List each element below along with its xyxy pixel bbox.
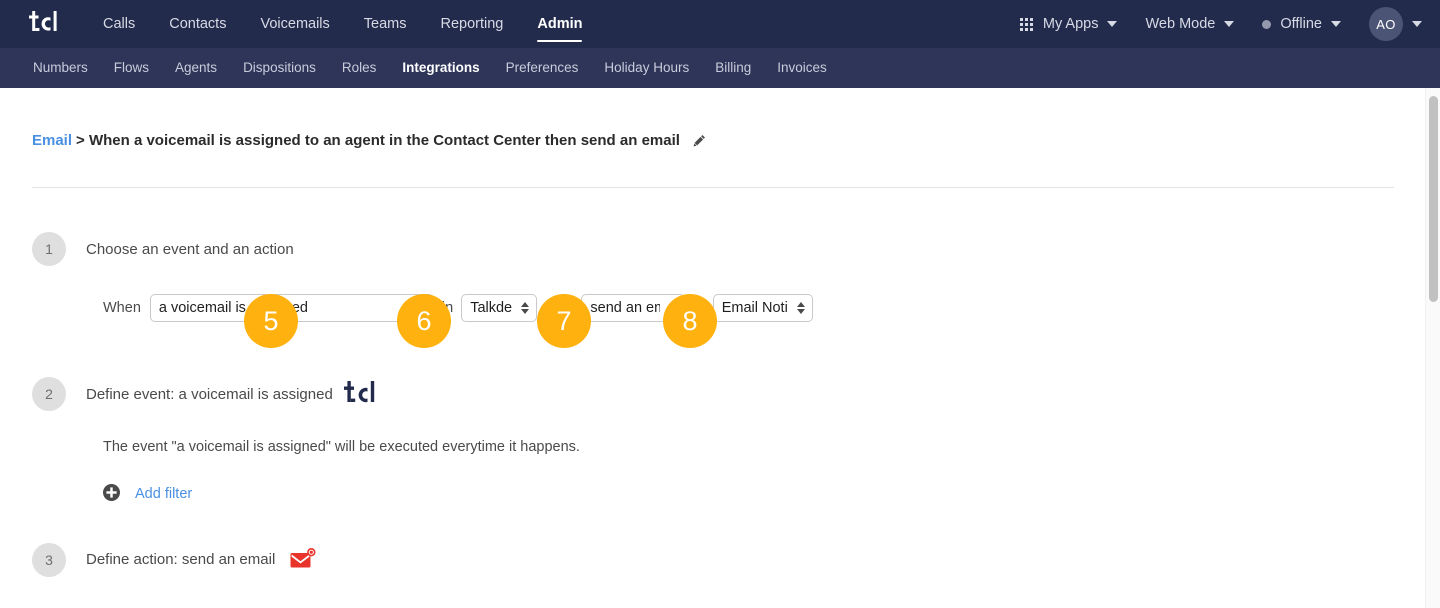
breadcrumb-current-title: > When a voicemail is assigned to an age… [76,132,680,149]
subnav-item-agents[interactable]: Agents [162,61,230,75]
grid-apps-icon [1019,17,1033,31]
step-1-header: 1 Choose an event and an action [32,232,1408,266]
scrollbar-thumb[interactable] [1429,96,1438,302]
subnav-label: Roles [341,60,377,76]
user-account-menu[interactable]: AO [1355,7,1422,41]
integration-rule-page: Email > When a voicemail is assigned to … [0,88,1440,577]
subnav-item-invoices[interactable]: Invoices [764,61,840,75]
step-2-title: Define event: a voicemail is assigned [86,385,333,403]
subnav-item-preferences[interactable]: Preferences [493,61,592,75]
add-filter-button[interactable]: Add filter [103,483,1408,506]
event-action-rule-row: When a voicemail is assigned in Talkdesk… [103,294,1408,322]
web-mode-menu[interactable]: Web Mode [1131,16,1248,32]
nav-item-calls[interactable]: Calls [86,0,152,48]
nav-item-voicemails[interactable]: Voicemails [243,0,346,48]
step-3-number: 3 [32,542,66,577]
subnav-label: Numbers [33,60,88,76]
chevron-down-icon [1412,21,1422,27]
nav-label: Reporting [440,15,504,32]
agent-status-menu[interactable]: Offline [1248,16,1355,32]
badge-5: 5 [244,294,298,348]
subnav-item-numbers[interactable]: Numbers [20,61,101,75]
subnav-item-integrations[interactable]: Integrations [389,61,492,75]
subnav-label: Flows [113,60,150,76]
chevron-down-icon [1331,21,1341,27]
subnav-item-holiday-hours[interactable]: Holiday Hours [591,61,702,75]
step-1-title: Choose an event and an action [86,240,294,258]
subnav-label: Billing [715,60,752,76]
status-label: Offline [1280,16,1322,32]
add-circle-icon [103,483,120,506]
step-2-header: 2 Define event: a voicemail is assigned [32,377,1408,411]
breadcrumb-link-email[interactable]: Email [32,133,72,148]
top-navigation-right: My Apps Web Mode Offline AO [1006,0,1440,48]
header-divider [32,187,1394,188]
email-notifier-icon [290,547,316,572]
nav-label: Teams [363,15,407,32]
nav-label: Contacts [169,15,227,32]
step-3-header: 3 Define action: send an email [32,542,1408,577]
nav-label: Calls [103,15,136,32]
subnav-label: Agents [175,60,218,76]
web-mode-label: Web Mode [1145,16,1216,32]
vertical-scrollbar[interactable] [1425,88,1440,608]
step-1-number: 1 [32,232,66,266]
nav-item-teams[interactable]: Teams [347,0,424,48]
when-label: When [103,299,141,316]
main-menu: Calls Contacts Voicemails Teams Reportin… [86,0,599,48]
badge-6: 6 [397,294,451,348]
my-apps-label: My Apps [1042,16,1099,32]
subnav-item-flows[interactable]: Flows [101,61,162,75]
talkdesk-logo-icon [343,380,375,408]
event-source-select-wrapper: Talkdesk [461,294,538,322]
status-dot-icon [1262,19,1272,29]
edit-pencil-icon[interactable] [693,134,706,147]
chevron-down-icon [1224,21,1235,27]
event-source-select[interactable]: Talkdesk [461,294,538,322]
subnav-item-roles[interactable]: Roles [329,61,390,75]
badge-8: 8 [663,294,717,348]
nav-item-contacts[interactable]: Contacts [152,0,243,48]
subnav-label: Invoices [777,60,827,76]
subnav-label: Holiday Hours [604,60,690,76]
nav-item-admin[interactable]: Admin [520,0,599,48]
step-2-description: The event "a voicemail is assigned" will… [103,439,580,455]
subnav-label: Preferences [505,60,579,76]
step-2-number: 2 [32,377,66,411]
nav-item-reporting[interactable]: Reporting [424,0,521,48]
subnav-label: Dispositions [243,60,316,76]
action-target-select-wrapper: Email Notifier [712,294,813,322]
subnav-item-billing[interactable]: Billing [702,61,764,75]
action-target-select[interactable]: Email Notifier [712,294,813,322]
step-3-title: Define action: send an email [86,551,276,568]
badge-7: 7 [537,294,591,348]
avatar: AO [1369,7,1403,41]
subnav-label: Integrations [402,60,480,76]
subnav-item-dispositions[interactable]: Dispositions [230,61,329,75]
admin-sub-navigation: Numbers Flows Agents Dispositions Roles … [0,48,1440,88]
nav-label: Admin [537,15,583,32]
add-filter-label: Add filter [135,486,193,503]
breadcrumb: Email > When a voicemail is assigned to … [32,88,1408,148]
top-navigation-bar: Calls Contacts Voicemails Teams Reportin… [0,0,1440,48]
nav-label: Voicemails [260,15,330,32]
my-apps-menu[interactable]: My Apps [1006,16,1132,32]
main-content-area: Email > When a voicemail is assigned to … [0,88,1440,608]
chevron-down-icon [1107,21,1118,27]
talkdesk-logo[interactable] [0,0,86,48]
